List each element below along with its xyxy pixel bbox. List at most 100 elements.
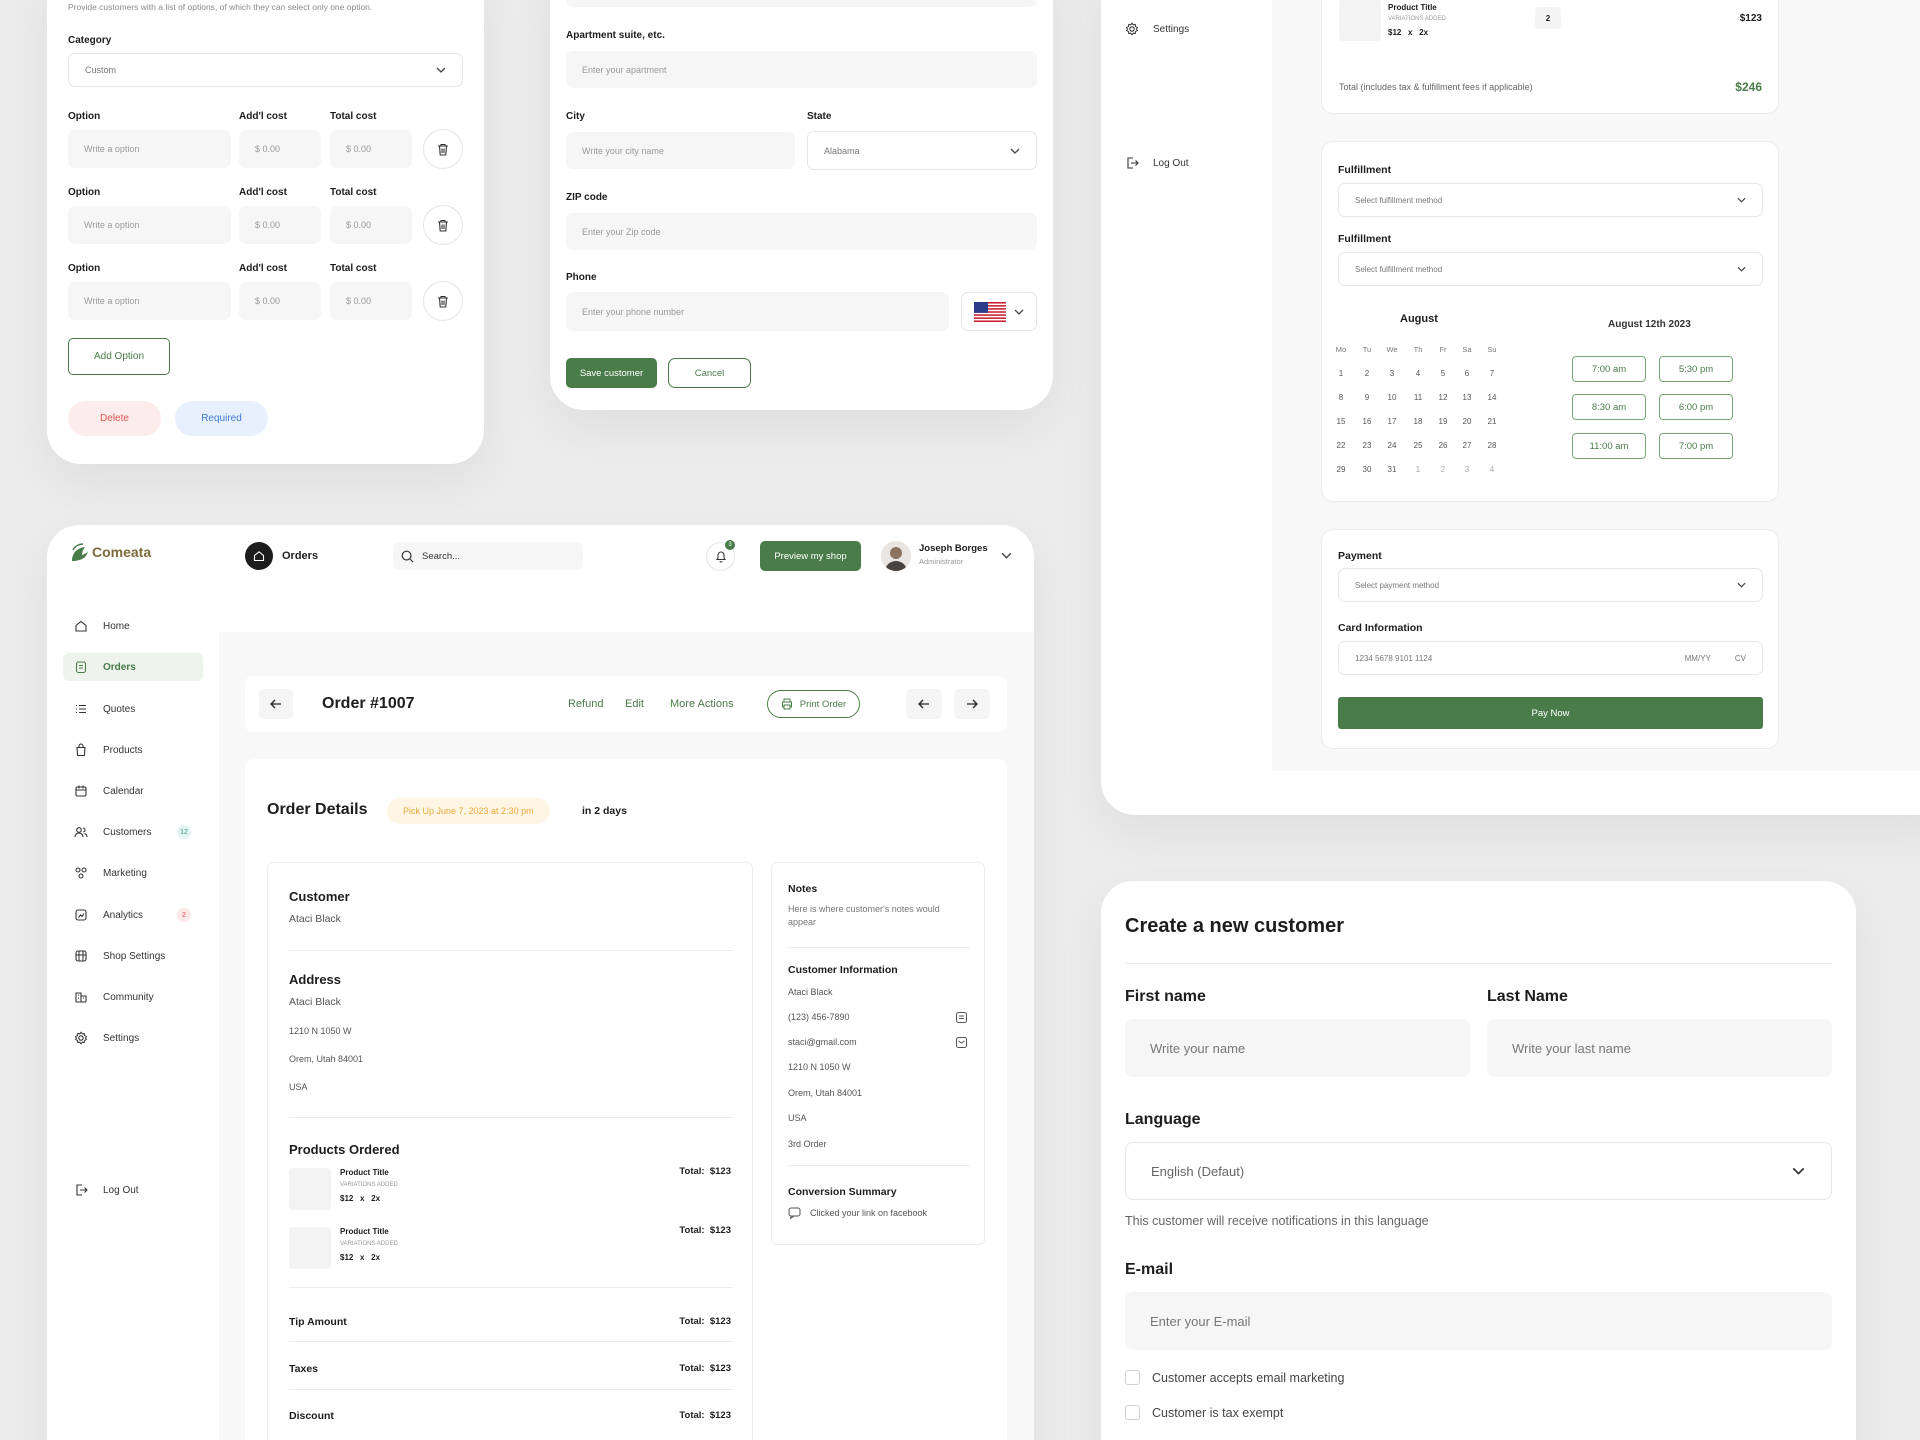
calendar-day[interactable]: 1 (1330, 369, 1352, 378)
logout-link[interactable]: Log Out (1125, 156, 1189, 170)
time-slot[interactable]: 6:00 pm (1659, 394, 1733, 420)
calendar-day[interactable]: 13 (1456, 393, 1478, 402)
time-slot[interactable]: 5:30 pm (1659, 356, 1733, 382)
card-number-input[interactable]: 1234 5678 9101 1124 MM/YY CV (1338, 641, 1763, 675)
pay-now-button[interactable]: Pay Now (1338, 697, 1763, 729)
calendar-day[interactable]: 16 (1356, 417, 1378, 426)
notifications-button[interactable]: 3 (706, 540, 735, 571)
calendar-day[interactable]: 8 (1330, 393, 1352, 402)
edit-link[interactable]: Edit (625, 698, 644, 710)
sidebar-item-marketing[interactable]: Marketing (63, 859, 203, 887)
category-select[interactable]: Custom (68, 53, 463, 87)
logout-link[interactable]: Log Out (63, 1176, 203, 1204)
calendar-day[interactable]: 4 (1407, 369, 1429, 378)
sidebar-item-orders[interactable]: Orders (63, 653, 203, 681)
required-button[interactable]: Required (175, 401, 268, 436)
fulfillment-select[interactable]: Select fulfillment method (1338, 183, 1763, 217)
calendar-day[interactable]: 18 (1407, 417, 1429, 426)
copy-phone-icon[interactable] (955, 1011, 968, 1024)
option-input[interactable]: Write a option (68, 206, 231, 244)
calendar-day[interactable]: 27 (1456, 441, 1478, 450)
save-customer-button[interactable]: Save customer (566, 358, 657, 388)
calendar-day[interactable]: 3 (1381, 369, 1403, 378)
calendar-day[interactable]: 2 (1432, 465, 1454, 474)
addl-cost-input[interactable]: $ 0.00 (239, 282, 321, 320)
checkbox-box[interactable] (1125, 1405, 1140, 1420)
total-cost-input[interactable]: $ 0.00 (330, 130, 412, 168)
fulfillment-select[interactable]: Select fulfillment method (1338, 252, 1763, 286)
time-slot[interactable]: 7:00 pm (1659, 433, 1733, 459)
calendar-day[interactable]: 24 (1381, 441, 1403, 450)
print-order-button[interactable]: Print Order (767, 690, 860, 718)
calendar-day[interactable]: 17 (1381, 417, 1403, 426)
addl-cost-input[interactable]: $ 0.00 (239, 206, 321, 244)
delete-option-button[interactable] (423, 281, 463, 321)
zip-input[interactable]: Enter your Zip code (566, 213, 1037, 250)
first-name-input[interactable]: Write your name (1125, 1019, 1470, 1077)
calendar-day[interactable]: 14 (1481, 393, 1503, 402)
avatar[interactable] (881, 541, 911, 571)
state-select[interactable]: Alabama (807, 131, 1037, 170)
calendar-day[interactable]: 12 (1432, 393, 1454, 402)
calendar-day[interactable]: 7 (1481, 369, 1503, 378)
calendar-day[interactable]: 6 (1456, 369, 1478, 378)
calendar-day[interactable]: 1 (1407, 465, 1429, 474)
calendar-day[interactable]: 28 (1481, 441, 1503, 450)
apartment-input[interactable]: Enter your apartment (566, 51, 1037, 88)
sidebar-item-settings[interactable]: Settings (1125, 22, 1189, 36)
next-order-button[interactable] (954, 689, 990, 719)
card-cvv[interactable]: CV (1735, 654, 1746, 663)
previous-order-button[interactable] (906, 689, 942, 719)
search-input[interactable]: Search... (393, 542, 583, 570)
time-slot[interactable]: 11:00 am (1572, 433, 1646, 459)
email-icon[interactable] (955, 1036, 968, 1049)
preview-shop-button[interactable]: Preview my shop (760, 541, 861, 571)
sidebar-item-settings[interactable]: Settings (63, 1024, 203, 1052)
total-cost-input[interactable]: $ 0.00 (330, 206, 412, 244)
payment-select[interactable]: Select payment method (1338, 568, 1763, 602)
city-input[interactable]: Write your city name (566, 132, 795, 169)
last-name-input[interactable]: Write your last name (1487, 1019, 1832, 1077)
country-code-select[interactable] (961, 292, 1037, 331)
option-input[interactable]: Write a option (68, 130, 231, 168)
language-select[interactable]: English (Defaut) (1125, 1142, 1832, 1200)
sidebar-item-products[interactable]: Products (63, 736, 203, 764)
more-actions-link[interactable]: More Actions (670, 698, 734, 710)
total-cost-input[interactable]: $ 0.00 (330, 282, 412, 320)
calendar-day[interactable]: 19 (1432, 417, 1454, 426)
calendar-day[interactable]: 25 (1407, 441, 1429, 450)
previous-field[interactable] (566, 0, 1037, 7)
calendar-day[interactable]: 10 (1381, 393, 1403, 402)
calendar-day[interactable]: 5 (1432, 369, 1454, 378)
sidebar-item-home[interactable]: Home (63, 612, 203, 640)
sidebar-item-shop-settings[interactable]: Shop Settings (63, 942, 203, 970)
tax-exempt-checkbox[interactable]: Customer is tax exempt (1125, 1405, 1283, 1420)
back-button[interactable] (259, 689, 293, 719)
calendar-day[interactable]: 3 (1456, 465, 1478, 474)
time-slot[interactable]: 7:00 am (1572, 356, 1646, 382)
delete-button[interactable]: Delete (68, 401, 161, 436)
calendar-day[interactable]: 15 (1330, 417, 1352, 426)
calendar-day[interactable]: 11 (1407, 393, 1429, 402)
calendar-day[interactable]: 21 (1481, 417, 1503, 426)
email-input[interactable]: Enter your E-mail (1125, 1292, 1832, 1350)
cancel-button[interactable]: Cancel (668, 358, 751, 388)
card-expiry[interactable]: MM/YY (1685, 654, 1711, 663)
calendar-day[interactable]: 30 (1356, 465, 1378, 474)
add-option-button[interactable]: Add Option (68, 338, 170, 375)
refund-link[interactable]: Refund (568, 698, 603, 710)
chevron-down-icon[interactable] (1001, 552, 1012, 559)
delete-option-button[interactable] (423, 205, 463, 245)
brand-logo[interactable]: Comeata (69, 541, 151, 563)
calendar-day[interactable]: 31 (1381, 465, 1403, 474)
addl-cost-input[interactable]: $ 0.00 (239, 130, 321, 168)
calendar-day[interactable]: 4 (1481, 465, 1503, 474)
time-slot[interactable]: 8:30 am (1572, 394, 1646, 420)
sidebar-item-customers[interactable]: Customers 12 (63, 818, 203, 846)
calendar-day[interactable]: 2 (1356, 369, 1378, 378)
option-input[interactable]: Write a option (68, 282, 231, 320)
sidebar-item-calendar[interactable]: Calendar (63, 777, 203, 805)
calendar-day[interactable]: 23 (1356, 441, 1378, 450)
calendar-day[interactable]: 9 (1356, 393, 1378, 402)
calendar-day[interactable]: 20 (1456, 417, 1478, 426)
